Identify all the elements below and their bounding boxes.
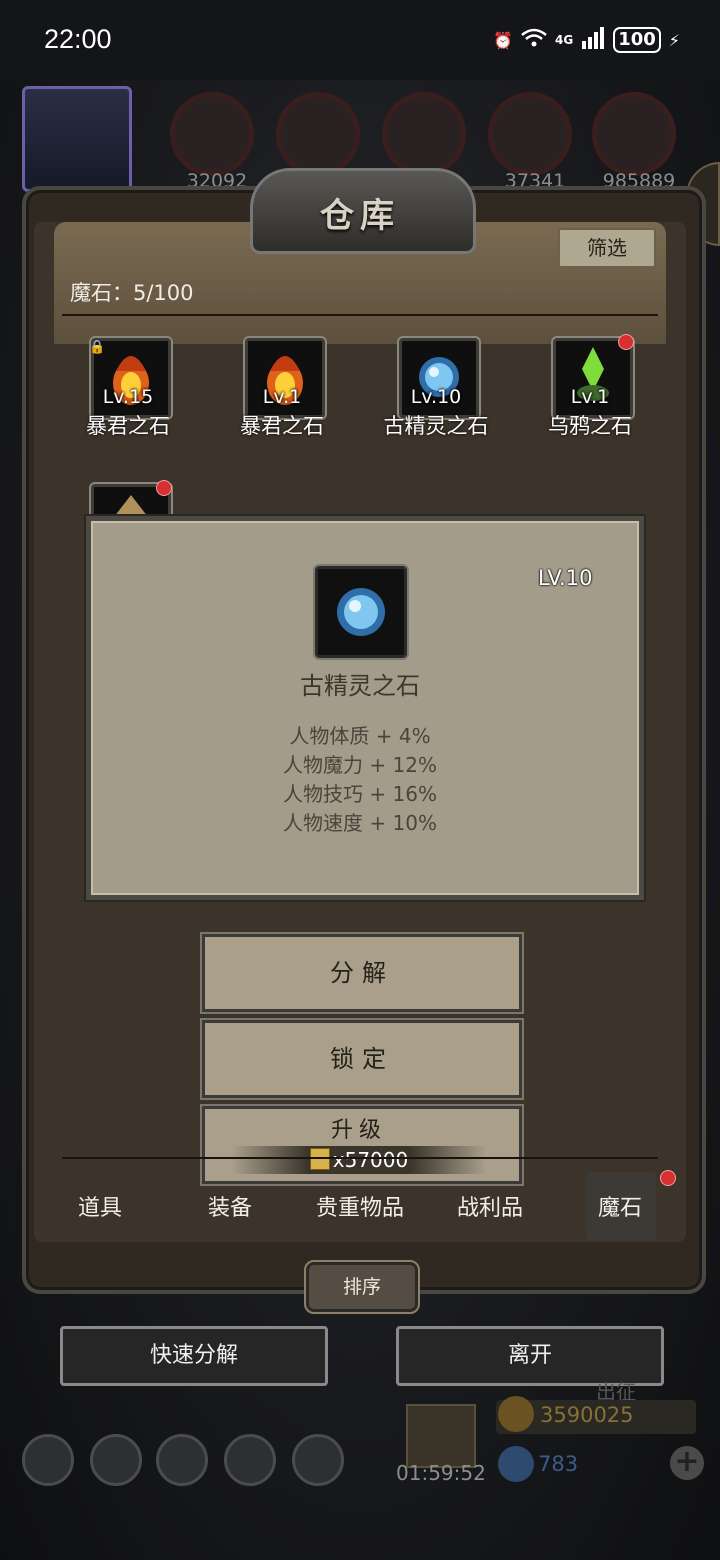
tab-magic-stone[interactable]: 魔石 — [582, 1190, 658, 1222]
gem-icon — [498, 1446, 534, 1482]
blue-orb-icon — [337, 588, 385, 636]
stat-skill: 人物技巧 + 16% — [283, 782, 437, 806]
signal-icon — [581, 27, 605, 53]
detail-item-name: 古精灵之石 — [300, 672, 420, 700]
achievement-icon[interactable] — [90, 1434, 142, 1486]
resource-icon-3 — [382, 92, 466, 176]
upgrade-cost-value: x57000 — [332, 1148, 409, 1172]
chat-icon[interactable] — [292, 1434, 344, 1486]
sort-button[interactable]: 排序 — [304, 1260, 420, 1314]
new-badge — [618, 334, 634, 350]
gold-coin-icon — [498, 1396, 534, 1432]
scroll-icon — [309, 1148, 330, 1170]
gift-timer: 01:59:52 — [396, 1461, 486, 1485]
tab-new-badge — [660, 1170, 676, 1186]
wifi-icon — [521, 28, 547, 52]
lock-icon: 🔒 — [89, 340, 106, 355]
detail-item-frame — [313, 564, 409, 660]
item-level: Lv.10 — [410, 386, 462, 408]
stat-magic: 人物魔力 + 12% — [283, 753, 437, 777]
upgrade-cost: x57000 — [202, 1148, 516, 1172]
gem-value: 783 — [538, 1452, 579, 1476]
resource-icon-5 — [592, 92, 676, 176]
new-badge — [156, 480, 172, 496]
alarm-icon: ⏰ — [493, 30, 513, 50]
player-avatar[interactable] — [22, 86, 132, 192]
tab-items[interactable]: 道具 — [62, 1190, 138, 1222]
stone-count: 魔石：5/100 — [70, 281, 194, 305]
item-name: 乌鸦之石 — [548, 414, 632, 438]
tab-divider — [62, 1157, 658, 1159]
settings-icon[interactable] — [22, 1434, 74, 1486]
upgrade-label: 升级 — [330, 1118, 387, 1143]
resource-icon-2 — [276, 92, 360, 176]
status-time: 22:00 — [44, 24, 112, 54]
item-name: 古精灵之石 — [383, 414, 489, 438]
tab-loot[interactable]: 战利品 — [442, 1190, 538, 1222]
resource-icon-4 — [488, 92, 572, 176]
item-level: Lv.15 — [102, 386, 154, 408]
tab-equipment[interactable]: 装备 — [192, 1190, 268, 1222]
resource-icon-1 — [170, 92, 254, 176]
item-level: Lv.1 — [570, 386, 610, 408]
header-divider — [62, 314, 658, 316]
stat-speed: 人物速度 + 10% — [283, 811, 437, 835]
codex-icon[interactable] — [156, 1434, 208, 1486]
item-level: Lv.1 — [262, 386, 302, 408]
item-name: 暴君之石 — [240, 414, 324, 438]
detail-level: LV.10 — [538, 566, 593, 590]
battery-icon: 100 — [613, 27, 661, 53]
gold-value: 3590025 — [540, 1403, 634, 1427]
tab-valuables[interactable]: 贵重物品 — [306, 1190, 414, 1222]
status-icons: ⏰ 4G 100 ⚡ — [493, 24, 680, 56]
charging-icon: ⚡ — [668, 30, 680, 50]
decompose-button[interactable]: 分解 — [200, 932, 524, 1014]
stat-constitution: 人物体质 + 4% — [289, 724, 431, 748]
item-name: 暴君之石 — [86, 414, 170, 438]
filter-button[interactable]: 筛选 — [558, 228, 656, 268]
page-title: 仓库 — [320, 196, 400, 236]
lock-button[interactable]: 锁定 — [200, 1018, 524, 1100]
gift-icon[interactable] — [406, 1404, 476, 1468]
quick-decompose-button[interactable]: 快速分解 — [60, 1326, 328, 1386]
mail-icon[interactable] — [224, 1434, 276, 1486]
add-currency-button[interactable]: + — [670, 1446, 704, 1480]
status-bar: 22:00 ⏰ 4G 100 ⚡ — [0, 0, 720, 80]
network-type: 4G — [554, 33, 574, 47]
